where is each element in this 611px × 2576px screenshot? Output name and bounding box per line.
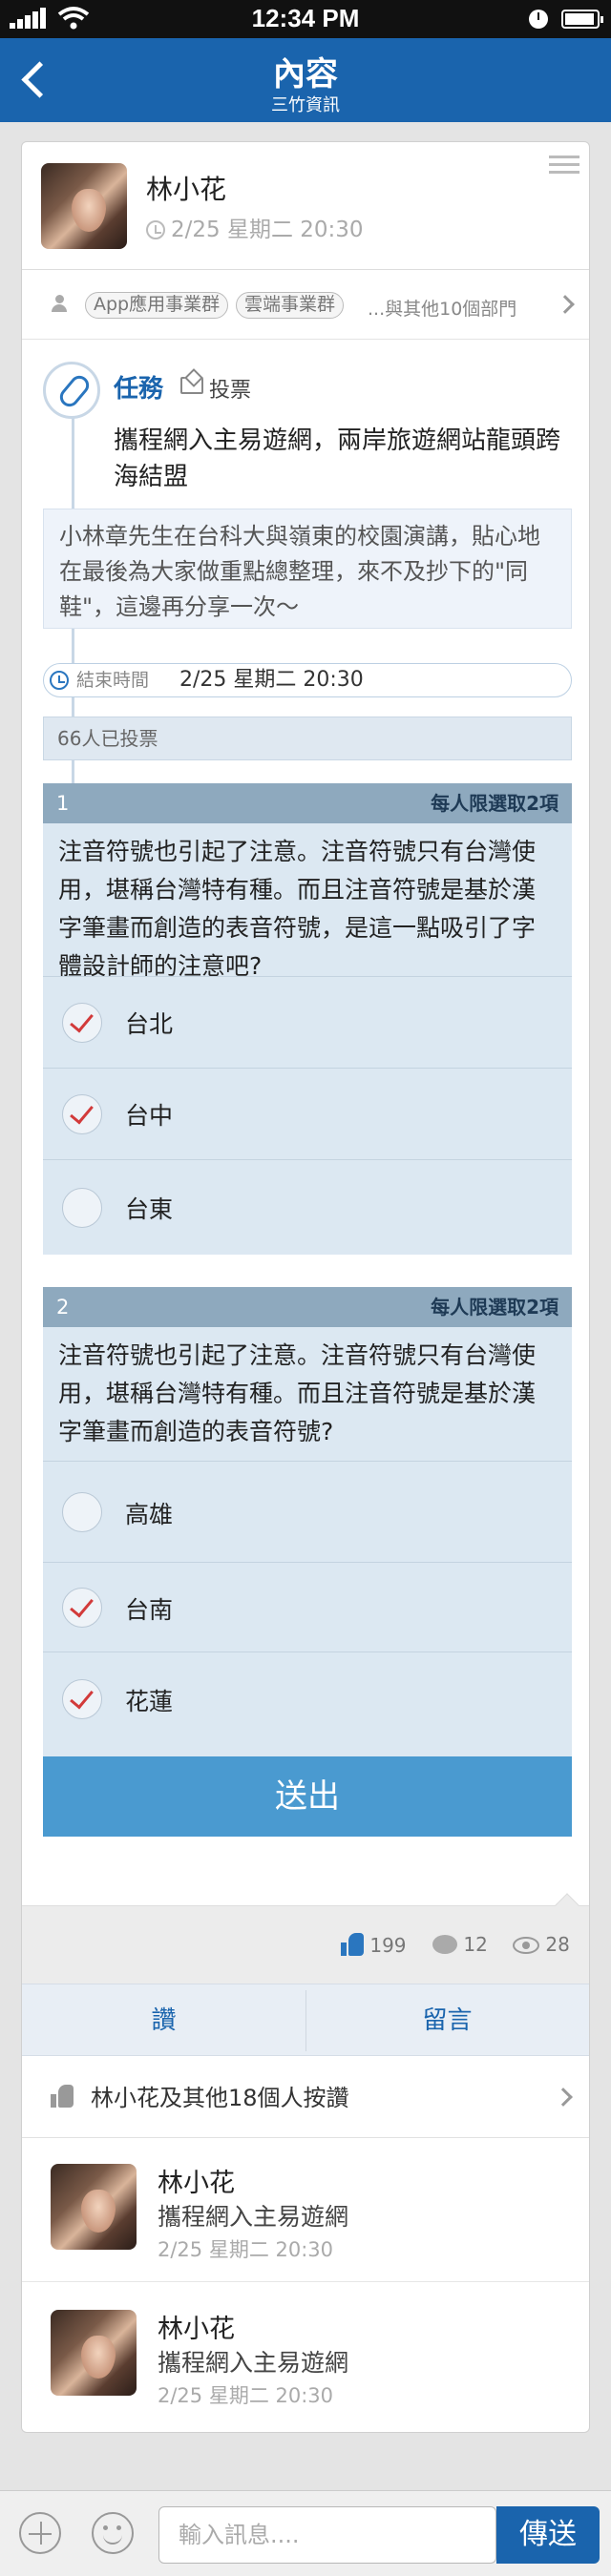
question-limit: 每人限選取2項 (431, 792, 558, 815)
voted-count: 66人已投票 (43, 717, 572, 760)
checkbox-checked-icon[interactable] (62, 1588, 102, 1628)
status-bar: 12:34 PM (0, 0, 611, 38)
commenter-name: 林小花 (158, 2169, 235, 2198)
ballot-box-icon (180, 377, 203, 394)
dept-tag[interactable]: 雲端事業群 (236, 292, 345, 319)
page-title: 內容 (273, 55, 338, 93)
person-icon (51, 295, 68, 312)
author-avatar[interactable] (41, 163, 127, 249)
menu-icon[interactable] (549, 156, 579, 177)
rotation-lock-icon (529, 10, 548, 29)
vote-label: 投票 (209, 379, 252, 403)
end-time-label: 結束時間 (76, 670, 150, 691)
end-time-bar: 結束時間 2/25 星期二 20:30 (43, 663, 572, 697)
task-title: 攜程網入主易遊網，兩岸旅遊網站龍頭跨海結盟 (114, 426, 561, 491)
question-text: 注音符號也引起了注意。注音符號只有台灣使用，堪稱台灣特有種。而且注音符號是基於漢… (43, 1327, 572, 1461)
department-row[interactable]: App應用事業群 雲端事業群 ...與其他10個部門 (22, 271, 589, 340)
paperclip-icon (43, 362, 100, 419)
chevron-right-icon (556, 295, 575, 314)
comment-text: 攜程網入主易遊網 (158, 2349, 349, 2377)
task-type-label: 任務 (114, 375, 164, 404)
eye-icon (513, 1937, 539, 1954)
emoji-icon[interactable] (92, 2512, 134, 2554)
dept-tag[interactable]: App應用事業群 (85, 292, 229, 319)
question-number: 1 (56, 792, 70, 815)
like-count-text: 199 (369, 1934, 407, 1957)
question-limit: 每人限選取2項 (431, 1296, 558, 1319)
nav-bar: 內容 三竹資訊 (0, 38, 611, 122)
clock-icon (146, 220, 165, 239)
question-header: 1 每人限選取2項 (43, 783, 572, 823)
question-text: 注音符號也引起了注意。注音符號只有台灣使用，堪稱台灣特有種。而且注音符號是基於漢… (43, 823, 572, 980)
vote-option[interactable]: 台南 (43, 1562, 572, 1652)
comment-text: 攜程網入主易遊網 (158, 2203, 349, 2231)
comment-count-text: 12 (463, 1933, 488, 1956)
author-name[interactable]: 林小花 (146, 169, 226, 207)
like-count: 199 (341, 1933, 407, 1957)
option-label: 花蓮 (125, 1688, 174, 1715)
option-label: 台南 (125, 1596, 174, 1624)
page-subtitle: 三竹資訊 (271, 95, 340, 115)
comment-time: 2/25 星期二 20:30 (158, 2384, 334, 2407)
checkbox-unchecked-icon[interactable] (62, 1492, 102, 1532)
comment-count: 12 (432, 1933, 488, 1956)
battery-icon (561, 10, 603, 29)
option-label: 台東 (125, 1195, 174, 1223)
vote-option[interactable]: 花蓮 (43, 1652, 572, 1756)
checkbox-checked-icon[interactable] (62, 1094, 102, 1134)
status-time: 12:34 PM (251, 4, 360, 32)
vote-option[interactable]: 台東 (43, 1159, 572, 1255)
vote-option[interactable]: 台北 (43, 976, 572, 1068)
stats-notch (555, 1893, 579, 1918)
task-description: 小林章先生在台科大與嶺東的校園演講，貼心地在最後為大家做重點總整理，來不及抄下的… (43, 509, 572, 629)
message-input-bar: 傳送 (0, 2490, 611, 2576)
vote-option[interactable]: 高雄 (43, 1461, 572, 1562)
stats-bar: 199 12 28 (22, 1893, 589, 1984)
more-departments: ...與其他10個部門 (368, 299, 517, 320)
comment-button[interactable]: 留言 (306, 1984, 589, 2057)
likers-text: 林小花及其他18個人按讚 (91, 2085, 349, 2111)
commenter-avatar[interactable] (51, 2164, 137, 2250)
checkbox-checked-icon[interactable] (62, 1679, 102, 1719)
thumbs-up-icon (51, 2085, 74, 2108)
question-header: 2 每人限選取2項 (43, 1287, 572, 1327)
likers-row[interactable]: 林小花及其他18個人按讚 (22, 2056, 589, 2138)
view-count: 28 (513, 1933, 570, 1956)
comment-item: 林小花 攜程網入主易遊網 2/25 星期二 20:30 (22, 2285, 589, 2428)
comment-item: 林小花 攜程網入主易遊網 2/25 星期二 20:30 (22, 2139, 589, 2282)
question-number: 2 (56, 1296, 70, 1319)
message-input[interactable] (158, 2506, 496, 2564)
checkbox-unchecked-icon[interactable] (62, 1188, 102, 1228)
plus-icon[interactable] (19, 2512, 61, 2554)
option-label: 台北 (125, 1010, 174, 1038)
option-label: 高雄 (125, 1501, 174, 1528)
send-button[interactable]: 傳送 (496, 2506, 600, 2564)
chevron-right-icon (554, 2088, 573, 2107)
like-button[interactable]: 讚 (22, 1984, 306, 2057)
view-count-text: 28 (545, 1933, 570, 1956)
clock-icon (50, 671, 69, 690)
action-bar: 讚 留言 (22, 1984, 589, 2056)
vote-option[interactable]: 台中 (43, 1068, 572, 1159)
submit-button[interactable]: 送出 (43, 1756, 572, 1837)
commenter-avatar[interactable] (51, 2310, 137, 2396)
option-label: 台中 (125, 1102, 174, 1130)
comment-icon (432, 1935, 457, 1954)
comment-time: 2/25 星期二 20:30 (158, 2238, 334, 2261)
post-card: 林小花 2/25 星期二 20:30 App應用事業群 雲端事業群 ...與其他… (21, 141, 590, 2433)
end-time-value: 2/25 星期二 20:30 (179, 668, 364, 692)
post-time: 2/25 星期二 20:30 (146, 211, 364, 243)
thumbs-up-icon (341, 1933, 364, 1956)
checkbox-checked-icon[interactable] (62, 1003, 102, 1043)
post-author-header: 林小花 2/25 星期二 20:30 (22, 142, 589, 270)
commenter-name: 林小花 (158, 2315, 235, 2344)
post-time-text: 2/25 星期二 20:30 (171, 218, 364, 242)
